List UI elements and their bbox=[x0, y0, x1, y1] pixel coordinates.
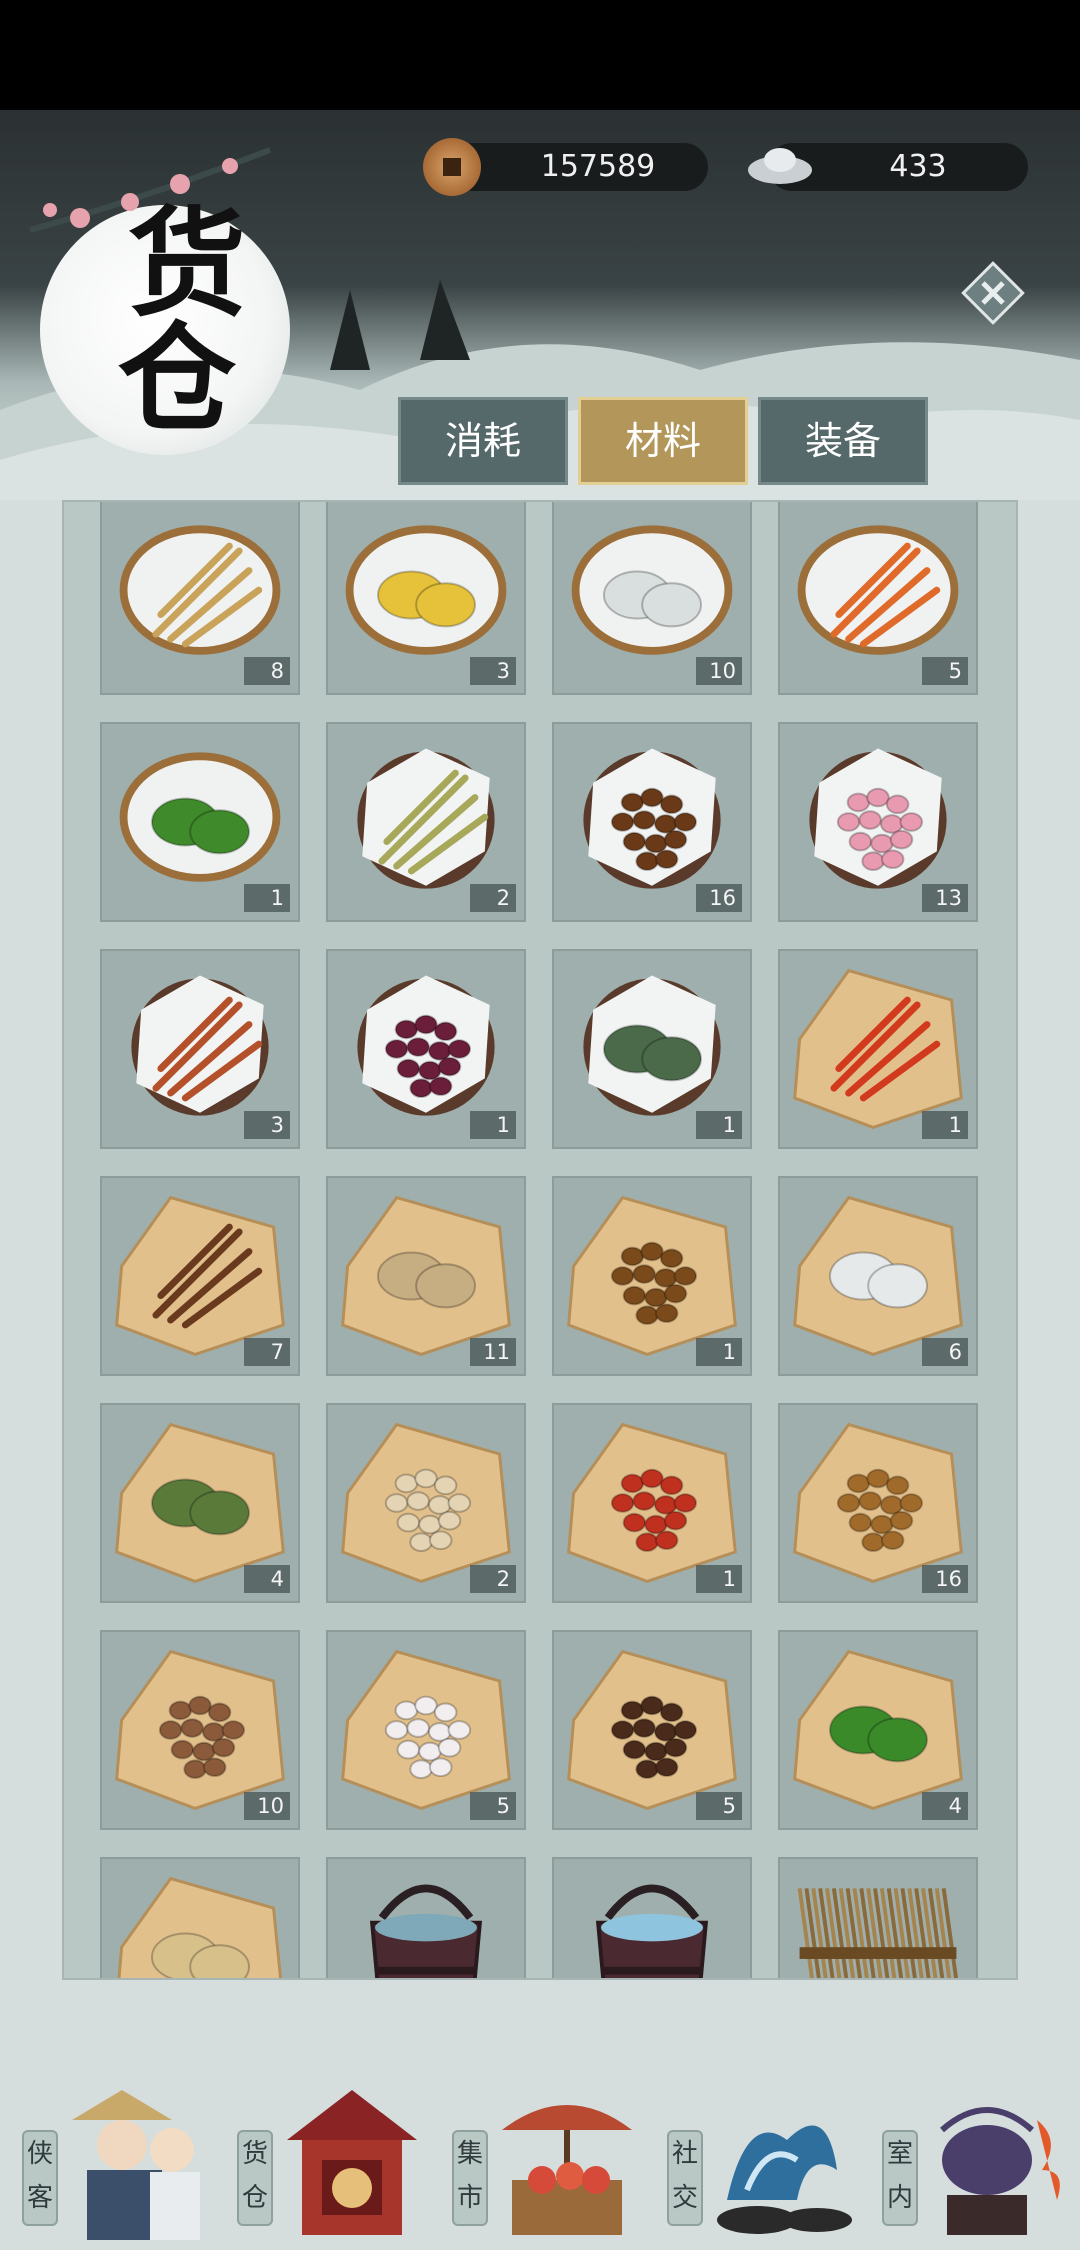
item-count: 1 bbox=[244, 884, 290, 912]
silver-amount: 433 bbox=[889, 149, 947, 184]
item-count: 1 bbox=[696, 1565, 742, 1593]
bottom-nav: 侠客 货仓 集市 社交 室内 bbox=[0, 2060, 1080, 2248]
item-slot[interactable]: 1 bbox=[552, 1403, 752, 1603]
item-slot[interactable]: 10 bbox=[552, 502, 752, 695]
item-count: 3 bbox=[470, 657, 516, 685]
item-count: 11 bbox=[470, 1338, 516, 1366]
item-slot[interactable]: 1 bbox=[100, 1857, 300, 1978]
nav-social-label: 社交 bbox=[667, 2130, 703, 2226]
nav-indoor-label: 室内 bbox=[882, 2130, 918, 2226]
item-slot[interactable]: 5 bbox=[552, 1630, 752, 1830]
social-icon bbox=[717, 2125, 852, 2234]
item-slot[interactable]: 1 bbox=[552, 1176, 752, 1376]
item-count: 13 bbox=[922, 884, 968, 912]
tab-consumables[interactable]: 消耗 bbox=[398, 397, 568, 485]
item-count: 10 bbox=[244, 1792, 290, 1820]
item-count: 1 bbox=[696, 1338, 742, 1366]
item-slot[interactable]: 4 bbox=[552, 1857, 752, 1978]
nav-heroes[interactable]: 侠客 bbox=[22, 2080, 222, 2250]
item-count: 1 bbox=[696, 1111, 742, 1139]
item-slot[interactable]: 4 bbox=[100, 1403, 300, 1603]
nav-market-label: 集市 bbox=[452, 2130, 488, 2226]
item-count: 2 bbox=[470, 1565, 516, 1593]
item-count: 7 bbox=[244, 1338, 290, 1366]
item-slot[interactable]: 11 bbox=[326, 1176, 526, 1376]
indoor-icon bbox=[940, 2107, 1060, 2235]
item-slot[interactable]: 10 bbox=[100, 1630, 300, 1830]
tab-equipment[interactable]: 装备 bbox=[758, 397, 928, 485]
inventory-panel[interactable]: 83105121613311171116421161055413417 bbox=[62, 500, 1018, 1980]
item-slot[interactable]: 5 bbox=[326, 1630, 526, 1830]
item-slot[interactable]: 8 bbox=[100, 502, 300, 695]
item-count: 5 bbox=[922, 657, 968, 685]
item-slot[interactable]: 3 bbox=[100, 949, 300, 1149]
tab-materials[interactable]: 材料 bbox=[578, 397, 748, 485]
nav-market[interactable]: 集市 bbox=[452, 2080, 652, 2250]
close-button[interactable] bbox=[958, 258, 1028, 328]
item-count: 4 bbox=[244, 1565, 290, 1593]
item-count: 8 bbox=[244, 657, 290, 685]
item-slot[interactable]: 1 bbox=[778, 949, 978, 1149]
item-slot[interactable]: 7 bbox=[100, 1176, 300, 1376]
straw-bundle-icon bbox=[797, 1888, 958, 1978]
heroes-icon bbox=[72, 2090, 200, 2240]
item-slot[interactable]: 1 bbox=[100, 722, 300, 922]
item-slot[interactable]: 16 bbox=[552, 722, 752, 922]
silver-ingot-icon bbox=[748, 148, 812, 184]
title-char-2: 仓 bbox=[118, 309, 237, 448]
coin-amount: 157589 bbox=[540, 149, 656, 184]
item-slot[interactable]: 13 bbox=[778, 722, 978, 922]
item-slot[interactable]: 2 bbox=[326, 722, 526, 922]
inventory-grid: 83105121613311171116421161055413417 bbox=[100, 502, 990, 1978]
copper-coin-icon bbox=[423, 138, 481, 196]
item-count: 5 bbox=[470, 1792, 516, 1820]
item-slot[interactable]: 2 bbox=[326, 1403, 526, 1603]
nav-social[interactable]: 社交 bbox=[667, 2080, 867, 2250]
nav-indoor[interactable]: 室内 bbox=[882, 2080, 1080, 2250]
item-count: 16 bbox=[922, 1565, 968, 1593]
coin-counter: 157589 bbox=[448, 143, 708, 191]
item-slot[interactable]: 3 bbox=[326, 1857, 526, 1978]
nav-heroes-label: 侠客 bbox=[22, 2130, 58, 2226]
nav-warehouse[interactable]: 货仓 bbox=[237, 2080, 437, 2250]
item-slot[interactable]: 1 bbox=[552, 949, 752, 1149]
item-count: 2 bbox=[470, 884, 516, 912]
item-slot[interactable]: 3 bbox=[326, 502, 526, 695]
item-slot[interactable]: 5 bbox=[778, 502, 978, 695]
item-count: 1 bbox=[922, 1111, 968, 1139]
ginger-chunks-icon bbox=[117, 1876, 282, 1978]
water-bucket-icon bbox=[369, 1884, 483, 1978]
item-count: 6 bbox=[922, 1338, 968, 1366]
item-count: 10 bbox=[696, 657, 742, 685]
item-slot[interactable]: 1 bbox=[326, 949, 526, 1149]
item-count: 5 bbox=[696, 1792, 742, 1820]
title-char-1: 货 bbox=[128, 194, 247, 333]
item-count: 1 bbox=[470, 1111, 516, 1139]
ice-bucket-icon bbox=[595, 1884, 709, 1978]
item-count: 16 bbox=[696, 884, 742, 912]
nav-warehouse-label: 货仓 bbox=[237, 2130, 273, 2226]
warehouse-icon bbox=[287, 2090, 417, 2235]
item-slot[interactable]: 16 bbox=[778, 1403, 978, 1603]
item-count: 3 bbox=[244, 1111, 290, 1139]
status-bar bbox=[0, 0, 1080, 110]
item-count: 4 bbox=[922, 1792, 968, 1820]
item-slot[interactable]: 4 bbox=[778, 1630, 978, 1830]
item-slot[interactable]: 17 bbox=[778, 1857, 978, 1978]
category-tabs: 消耗 材料 装备 bbox=[398, 397, 928, 485]
market-icon bbox=[502, 2105, 632, 2235]
item-slot[interactable]: 6 bbox=[778, 1176, 978, 1376]
